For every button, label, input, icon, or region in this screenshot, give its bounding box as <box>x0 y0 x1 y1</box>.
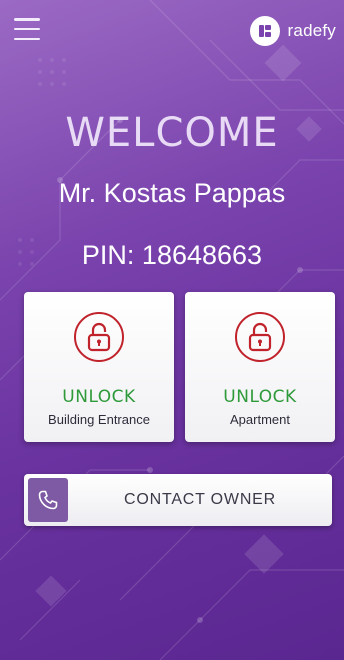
padlock-icon <box>235 312 285 362</box>
unlock-apartment-button[interactable]: UNLOCK Apartment <box>185 292 335 442</box>
radefy-logo-icon <box>249 16 280 46</box>
welcome-heading: WELCOME <box>65 110 279 156</box>
unlock-label: UNLOCK <box>223 387 297 407</box>
phone-icon <box>28 478 68 522</box>
unlock-building-entrance-button[interactable]: UNLOCK Building Entrance <box>24 292 174 442</box>
logo-text: radefy <box>287 21 336 40</box>
unlock-label: UNLOCK <box>62 387 136 407</box>
unlock-target-label: Building Entrance <box>48 412 150 427</box>
contact-owner-label: CONTACT OWNER <box>123 491 277 508</box>
app-screen: radefy WELCOME Mr. Kostas Pappas PIN: 18… <box>0 0 344 660</box>
contact-owner-button[interactable]: CONTACT OWNER <box>24 474 332 526</box>
unlock-target-label: Apartment <box>230 412 290 427</box>
user-pin: PIN: 18648663 <box>81 240 263 270</box>
user-name: Mr. Kostas Pappas <box>58 178 286 208</box>
padlock-icon <box>74 312 124 362</box>
brand-logo: radefy <box>249 16 336 46</box>
hamburger-menu-icon[interactable] <box>14 18 40 40</box>
